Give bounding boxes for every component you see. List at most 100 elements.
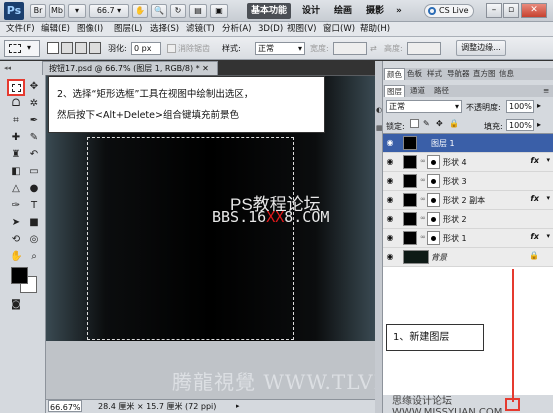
bridge-button[interactable]: Br <box>30 4 46 18</box>
screen-mode-button[interactable]: ▣ <box>210 4 228 18</box>
layer-row[interactable]: ◉ 背景 🔒 <box>383 248 553 267</box>
blend-mode-select[interactable]: 正常 ▾ <box>386 100 462 113</box>
minimize-button[interactable]: – <box>486 3 502 18</box>
chevron-right-icon[interactable]: ▸ <box>537 120 541 129</box>
chevron-down-icon[interactable]: ▾ <box>546 232 550 240</box>
lock-all-icon[interactable]: 🔒 <box>449 119 459 128</box>
eye-icon[interactable]: ◉ <box>385 214 395 224</box>
crop-tool-icon[interactable]: ⌗ <box>10 115 22 127</box>
eraser-tool-icon[interactable]: ◧ <box>10 166 22 178</box>
gradient-tool-icon[interactable]: ▭ <box>28 166 40 178</box>
style-select[interactable]: 正常 ▾ <box>255 42 305 55</box>
height-input[interactable] <box>407 42 441 55</box>
subtract-selection-icon[interactable] <box>75 42 87 54</box>
extras-menu-button[interactable]: ▾ <box>68 4 86 18</box>
arrange-documents-button[interactable]: ▤ <box>189 4 207 18</box>
type-tool-icon[interactable]: T <box>28 200 40 212</box>
hand-tool-button[interactable]: ✋ <box>132 4 148 18</box>
tab-navigator[interactable]: 导航器 <box>445 68 472 80</box>
intersect-selection-icon[interactable] <box>89 42 101 54</box>
feather-input[interactable]: 0 px <box>131 42 161 55</box>
tab-color[interactable]: 颜色 <box>384 68 405 80</box>
lock-transparent-icon[interactable] <box>410 119 419 128</box>
antialias-checkbox[interactable] <box>167 44 176 53</box>
chevron-right-icon[interactable]: ▸ <box>537 101 541 110</box>
eye-icon[interactable]: ◉ <box>385 195 395 205</box>
new-selection-icon[interactable] <box>47 42 59 54</box>
3d-orbit-tool-icon[interactable]: ◎ <box>28 234 40 246</box>
layer-row[interactable]: ◉ 图层 1 <box>383 134 553 153</box>
workspace-painting[interactable]: 绘画 <box>330 3 356 19</box>
eye-icon[interactable]: ◉ <box>385 138 395 148</box>
history-brush-tool-icon[interactable]: ↶ <box>28 149 40 161</box>
tab-paths[interactable]: 路径 <box>432 85 451 97</box>
tab-channels[interactable]: 通道 <box>408 85 427 97</box>
rotate-view-button[interactable]: ↻ <box>170 4 186 18</box>
quick-mask-icon[interactable]: ◙ <box>10 299 22 311</box>
lock-image-icon[interactable]: ✎ <box>423 119 430 128</box>
eye-icon[interactable]: ◉ <box>385 157 395 167</box>
workspace-design[interactable]: 设计 <box>298 3 324 19</box>
blur-tool-icon[interactable]: △ <box>10 183 22 195</box>
layer-row[interactable]: ◉ ∞ 形状 4 fx ▾ <box>383 153 553 172</box>
status-arrow-icon[interactable]: ▸ <box>236 400 240 413</box>
menu-layer[interactable]: 图层(L) <box>114 23 142 36</box>
tab-histogram[interactable]: 直方图 <box>471 68 498 80</box>
panel-icon-b[interactable]: ▦ <box>376 124 383 132</box>
shape-tool-icon[interactable]: ■ <box>28 217 40 229</box>
clone-stamp-tool-icon[interactable]: ♜ <box>10 149 22 161</box>
menu-analysis[interactable]: 分析(A) <box>222 23 251 36</box>
maximize-button[interactable]: ▫ <box>503 3 519 18</box>
refine-edge-button[interactable]: 调整边缘... <box>456 40 506 56</box>
document-tab[interactable]: 按钮17.psd @ 66.7% (图层 1, RGB/8) * ✕ <box>42 61 218 75</box>
zoom-level-dropdown[interactable]: 66.7 ▾ <box>89 4 129 18</box>
pen-tool-icon[interactable]: ✑ <box>10 200 22 212</box>
tab-styles[interactable]: 样式 <box>425 68 444 80</box>
path-selection-tool-icon[interactable]: ➤ <box>10 217 22 229</box>
toolbox-collapse-icon[interactable]: ◂◂ <box>4 64 11 72</box>
fill-input[interactable]: 100% <box>506 119 534 131</box>
workspace-basic[interactable]: 基本功能 <box>247 3 292 19</box>
menu-filter[interactable]: 滤镜(T) <box>186 23 215 36</box>
layer-row[interactable]: ◉ ∞ 形状 1 fx ▾ <box>383 229 553 248</box>
eyedropper-tool-icon[interactable]: ✒ <box>28 115 40 127</box>
minibridge-button[interactable]: Mb <box>49 4 65 18</box>
tool-preset-picker[interactable]: ▾ <box>4 40 40 57</box>
layer-effects-icon[interactable]: fx <box>530 194 539 203</box>
panel-menu-icon[interactable]: ≡ <box>541 85 551 97</box>
opacity-input[interactable]: 100% <box>506 100 534 113</box>
menu-help[interactable]: 帮助(H) <box>360 23 390 36</box>
lock-position-icon[interactable]: ✥ <box>436 119 443 128</box>
lasso-tool-icon[interactable]: ᗝ <box>10 98 22 110</box>
menu-edit[interactable]: 编辑(E) <box>41 23 70 36</box>
swap-icon[interactable]: ⇄ <box>370 43 377 54</box>
layer-row[interactable]: ◉ ∞ 形状 2 <box>383 210 553 229</box>
chevron-down-icon[interactable]: ▾ <box>546 156 550 164</box>
brush-tool-icon[interactable]: ✎ <box>28 132 40 144</box>
tab-layers[interactable]: 图层 <box>384 85 405 97</box>
menu-select[interactable]: 选择(S) <box>150 23 179 36</box>
tab-info[interactable]: 信息 <box>497 68 516 80</box>
layer-effects-icon[interactable]: fx <box>530 232 539 241</box>
magic-wand-tool-icon[interactable]: ✲ <box>28 98 40 110</box>
menu-image[interactable]: 图像(I) <box>77 23 103 36</box>
layer-row[interactable]: ◉ ∞ 形状 3 <box>383 172 553 191</box>
panel-icon-a[interactable]: ◐ <box>376 106 382 114</box>
menu-file[interactable]: 文件(F) <box>6 23 35 36</box>
hand-tool-icon[interactable]: ✋ <box>10 251 22 263</box>
add-to-selection-icon[interactable] <box>61 42 73 54</box>
chevron-down-icon[interactable]: ▾ <box>546 194 550 202</box>
eye-icon[interactable]: ◉ <box>385 176 395 186</box>
width-input[interactable] <box>333 42 367 55</box>
layer-row[interactable]: ◉ ∞ 形状 2 副本 fx ▾ <box>383 191 553 210</box>
eye-icon[interactable]: ◉ <box>385 233 395 243</box>
zoom-tool-icon[interactable]: ⌕ <box>28 251 40 263</box>
healing-brush-tool-icon[interactable]: ✚ <box>10 132 22 144</box>
rectangular-marquee-tool[interactable] <box>7 79 25 96</box>
menu-view[interactable]: 视图(V) <box>287 23 316 36</box>
foreground-color-swatch[interactable] <box>11 267 28 284</box>
more-workspaces-chevron[interactable]: » <box>392 3 406 19</box>
eye-icon[interactable]: ◉ <box>385 252 395 262</box>
zoom-tool-button[interactable]: 🔍 <box>151 4 167 18</box>
move-tool-icon[interactable]: ✥ <box>28 81 40 93</box>
